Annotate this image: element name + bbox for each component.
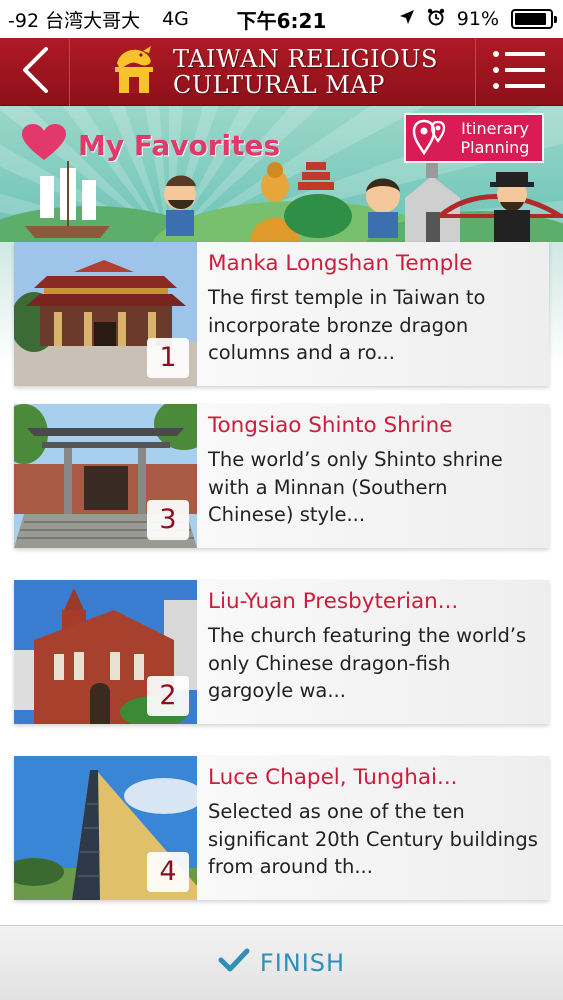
back-button[interactable] (0, 37, 70, 106)
item-title: Liu-Yuan Presbyterian... (208, 589, 459, 614)
footer-bar: FINISH (0, 925, 563, 1000)
app-brand: Taiwan Religious Cultural Map (70, 43, 475, 101)
item-description: The first temple in Taiwan to incorporat… (208, 286, 486, 364)
nav-header: Taiwan Religious Cultural Map (0, 37, 563, 106)
church-photo: 2 (14, 580, 197, 724)
item-title: Tongsiao Shinto Shrine (208, 413, 453, 438)
list-item[interactable]: 1 Manka Longshan Temple The first temple… (14, 242, 549, 386)
favorites-banner: My Favorites Itinerary Planning (0, 106, 563, 242)
battery-level (515, 13, 546, 25)
chapel-photo: 4 (14, 756, 197, 900)
app-title: Taiwan Religious Cultural Map (173, 44, 438, 99)
alarm-icon (427, 8, 445, 31)
battery-percent: 91% (456, 8, 499, 30)
network-label: 4G (162, 8, 189, 30)
rank-badge: 3 (147, 500, 189, 540)
rank-badge: 1 (147, 338, 189, 378)
status-bar: -92 台湾大哥大 4G 下午6:21 91% (0, 0, 563, 38)
finish-label: FINISH (259, 949, 346, 977)
page-title: My Favorites (78, 128, 281, 162)
hamburger-menu-icon (492, 50, 547, 94)
battery-icon (511, 9, 557, 29)
dragon-logo-icon (107, 43, 161, 101)
item-description: Selected as one of the ten significant 2… (208, 800, 538, 878)
favorites-heading: My Favorites (22, 124, 280, 166)
finish-button[interactable]: FINISH (218, 947, 345, 979)
itinerary-planning-button[interactable]: Itinerary Planning (404, 113, 544, 163)
item-description: The world’s only Shinto shrine with a Mi… (208, 448, 503, 526)
temple-photo: 1 (14, 242, 197, 386)
location-arrow-icon (399, 8, 415, 30)
carrier-label: -92 台湾大哥大 (8, 9, 141, 32)
shrine-photo: 3 (14, 404, 197, 548)
menu-button[interactable] (475, 37, 563, 106)
item-title: Manka Longshan Temple (208, 251, 473, 276)
checkmark-icon (218, 947, 250, 979)
rank-badge: 4 (147, 852, 189, 892)
itinerary-planning-label: Itinerary Planning (460, 119, 530, 157)
rank-badge: 2 (147, 676, 189, 716)
list-item[interactable]: 4 Luce Chapel, Tunghai... Selected as on… (14, 756, 549, 900)
list-item[interactable]: 3 Tongsiao Shinto Shrine The world’s onl… (14, 404, 549, 548)
chevron-left-icon (20, 46, 50, 98)
item-description: The church featuring the world’s only Ch… (208, 624, 527, 702)
heart-icon (22, 124, 66, 166)
favorites-list: 1 Manka Longshan Temple The first temple… (0, 242, 563, 922)
map-pins-icon (412, 117, 448, 159)
clock: 下午6:21 (236, 8, 327, 33)
item-title: Luce Chapel, Tunghai... (208, 765, 458, 790)
list-item[interactable]: 2 Liu-Yuan Presbyterian... The church fe… (14, 580, 549, 724)
